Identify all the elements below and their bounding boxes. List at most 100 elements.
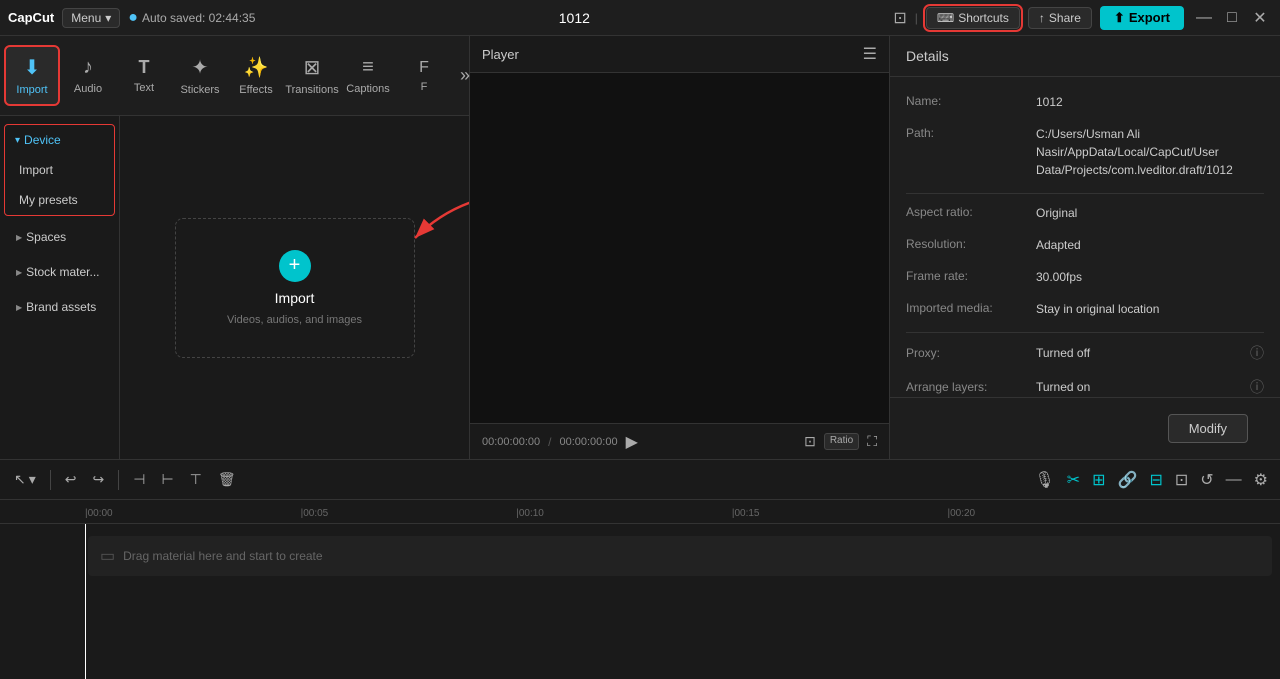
left-panel: ⬇ Import ♪ Audio T Text ✦ Stickers ✨ Eff… bbox=[0, 36, 470, 459]
track-film-icon: ▭ bbox=[100, 546, 115, 566]
player-controls: 00:00:00:00 / 00:00:00:00 ▶ ⊡ Ratio ⛶ bbox=[470, 423, 889, 459]
tab-text-label: Text bbox=[134, 82, 154, 94]
tab-f[interactable]: F F bbox=[396, 51, 452, 101]
sidebar-item-spaces[interactable]: Spaces bbox=[4, 220, 115, 254]
tab-effects-label: Effects bbox=[239, 84, 272, 96]
minimize-button[interactable]: — bbox=[1192, 6, 1216, 30]
tab-import-label: Import bbox=[16, 84, 47, 96]
player-menu-icon[interactable]: ☰ bbox=[863, 44, 877, 64]
export-button[interactable]: ⬆ Export bbox=[1100, 6, 1184, 30]
detail-value-imported-media: Stay in original location bbox=[1036, 300, 1264, 318]
sidebar-item-import[interactable]: Import bbox=[5, 155, 114, 185]
settings-button[interactable]: ⚙ bbox=[1250, 466, 1272, 494]
detail-row-frame-rate: Frame rate: 30.00fps bbox=[906, 268, 1264, 286]
undo-button[interactable]: ↩ bbox=[59, 467, 83, 492]
detail-label-proxy: Proxy: bbox=[906, 346, 1036, 360]
tab-import[interactable]: ⬇ Import bbox=[4, 45, 60, 106]
window-controls: — □ ✕ bbox=[1192, 6, 1272, 30]
f-icon: F bbox=[419, 59, 429, 77]
detail-label-frame-rate: Frame rate: bbox=[906, 268, 1036, 283]
delete-icon: 🗑 bbox=[218, 471, 236, 488]
player-current-time: 00:00:00:00 bbox=[482, 436, 540, 448]
detail-value-path: C:/Users/Usman Ali Nasir/AppData/Local/C… bbox=[1036, 125, 1264, 179]
nav-tabs: ⬇ Import ♪ Audio T Text ✦ Stickers ✨ Eff… bbox=[0, 36, 469, 116]
detail-row-resolution: Resolution: Adapted bbox=[906, 236, 1264, 254]
menu-button[interactable]: Menu ▾ bbox=[62, 8, 120, 28]
tab-f-label: F bbox=[421, 81, 428, 93]
redo-button[interactable]: ↪ bbox=[87, 467, 111, 492]
fit-screen-icon[interactable]: ⊡ bbox=[804, 433, 816, 450]
tab-effects[interactable]: ✨ Effects bbox=[228, 47, 284, 104]
trim-right-button[interactable]: ⊤ bbox=[184, 467, 208, 492]
tab-transitions[interactable]: ⊠ Transitions bbox=[284, 47, 340, 104]
proxy-info-icon[interactable]: ⓘ bbox=[1250, 343, 1264, 363]
track-content-main[interactable]: ▭ Drag material here and start to create bbox=[88, 536, 1272, 576]
import-circle-button[interactable]: + bbox=[279, 250, 311, 282]
auto-saved-dot: ● bbox=[128, 9, 138, 27]
fullscreen-icon[interactable]: ⛶ bbox=[867, 433, 877, 450]
detail-row-name: Name: 1012 bbox=[906, 93, 1264, 111]
import-area: + Import Videos, audios, and images bbox=[120, 116, 469, 459]
player-total-time: 00:00:00:00 bbox=[559, 436, 617, 448]
shortcuts-button[interactable]: ⌨ Shortcuts bbox=[926, 7, 1020, 29]
ruler-tick-20: |00:20 bbox=[948, 508, 976, 519]
main-area: ⬇ Import ♪ Audio T Text ✦ Stickers ✨ Eff… bbox=[0, 36, 1280, 459]
trim-tool-button[interactable]: ✂ bbox=[1063, 466, 1084, 494]
share-icon: ↑ bbox=[1039, 11, 1045, 25]
magnetic-tool-button[interactable]: ⊞ bbox=[1088, 466, 1109, 494]
close-button[interactable]: ✕ bbox=[1248, 6, 1272, 30]
trim-right-icon: ⊤ bbox=[190, 471, 202, 488]
subtitle-tool-button[interactable]: ⊡ bbox=[1171, 466, 1192, 494]
detail-row-imported-media: Imported media: Stay in original locatio… bbox=[906, 300, 1264, 318]
tab-captions[interactable]: ≡ Captions bbox=[340, 48, 396, 103]
undo2-button[interactable]: ↺ bbox=[1196, 466, 1217, 494]
sidebar-item-my-presets[interactable]: My presets bbox=[5, 185, 114, 215]
lock-tool-button[interactable]: ⊟ bbox=[1145, 466, 1166, 494]
link-icon: 🔗 bbox=[1118, 472, 1138, 489]
right-panel: Details Name: 1012 Path: C:/Users/Usman … bbox=[890, 36, 1280, 459]
drag-text: Drag material here and start to create bbox=[123, 549, 322, 563]
tab-stickers[interactable]: ✦ Stickers bbox=[172, 47, 228, 104]
ruler-tick-15: |00:15 bbox=[732, 508, 760, 519]
detail-label-name: Name: bbox=[906, 93, 1036, 108]
sidebar-item-stock-material[interactable]: Stock mater... bbox=[4, 255, 115, 289]
screen-icon: ⊡ bbox=[893, 8, 906, 28]
maximize-button[interactable]: □ bbox=[1220, 6, 1244, 30]
shortcuts-icon: ⌨ bbox=[937, 11, 954, 25]
import-dropzone[interactable]: + Import Videos, audios, and images bbox=[175, 218, 415, 358]
settings-icon: ⚙ bbox=[1254, 472, 1268, 489]
modify-button[interactable]: Modify bbox=[1168, 414, 1248, 443]
audio-record-button[interactable]: 🎙 bbox=[1030, 466, 1058, 494]
details-title: Details bbox=[906, 48, 949, 64]
timeline-tracks: ▭ Drag material here and start to create bbox=[0, 524, 1280, 679]
delete-button[interactable]: 🗑 bbox=[212, 467, 242, 492]
subtitle-icon: ⊡ bbox=[1175, 472, 1188, 489]
sidebar-item-brand-assets[interactable]: Brand assets bbox=[4, 290, 115, 324]
player-title: Player bbox=[482, 47, 519, 62]
top-bar-left: CapCut Menu ▾ ● Auto saved: 02:44:35 bbox=[8, 8, 255, 28]
detail-row-arrange-layers: Arrange layers: Turned on ⓘ bbox=[906, 377, 1264, 397]
split-button[interactable]: ⊣ bbox=[127, 467, 151, 492]
trim-icon: ✂ bbox=[1067, 472, 1080, 489]
detail-value-resolution: Adapted bbox=[1036, 236, 1264, 254]
export-icon: ⬆ bbox=[1114, 10, 1125, 26]
trim-left-button[interactable]: ⊢ bbox=[155, 467, 179, 492]
tab-text[interactable]: T Text bbox=[116, 49, 172, 102]
tab-audio[interactable]: ♪ Audio bbox=[60, 48, 116, 103]
link-tool-button[interactable]: 🔗 bbox=[1114, 466, 1142, 494]
detail-value-aspect: Original bbox=[1036, 204, 1264, 222]
detail-value-arrange-layers: Turned on bbox=[1036, 380, 1246, 394]
play-button[interactable]: ▶ bbox=[626, 432, 638, 452]
text-icon: T bbox=[139, 57, 150, 78]
share-button[interactable]: ↑ Share bbox=[1028, 7, 1092, 29]
zoom-out-button[interactable]: — bbox=[1222, 467, 1246, 493]
sidebar-item-device[interactable]: Device bbox=[5, 125, 114, 155]
ratio-button[interactable]: Ratio bbox=[824, 433, 859, 450]
detail-divider-2 bbox=[906, 332, 1264, 333]
arrange-layers-info-icon[interactable]: ⓘ bbox=[1250, 377, 1264, 397]
detail-label-path: Path: bbox=[906, 125, 1036, 140]
ruler-tick-10: |00:10 bbox=[516, 508, 544, 519]
cursor-tool-button[interactable]: ↖ ▾ bbox=[8, 467, 42, 492]
left-content: Device Import My presets Spaces Stock ma… bbox=[0, 116, 469, 459]
mic-icon: 🎙 bbox=[1034, 472, 1054, 489]
